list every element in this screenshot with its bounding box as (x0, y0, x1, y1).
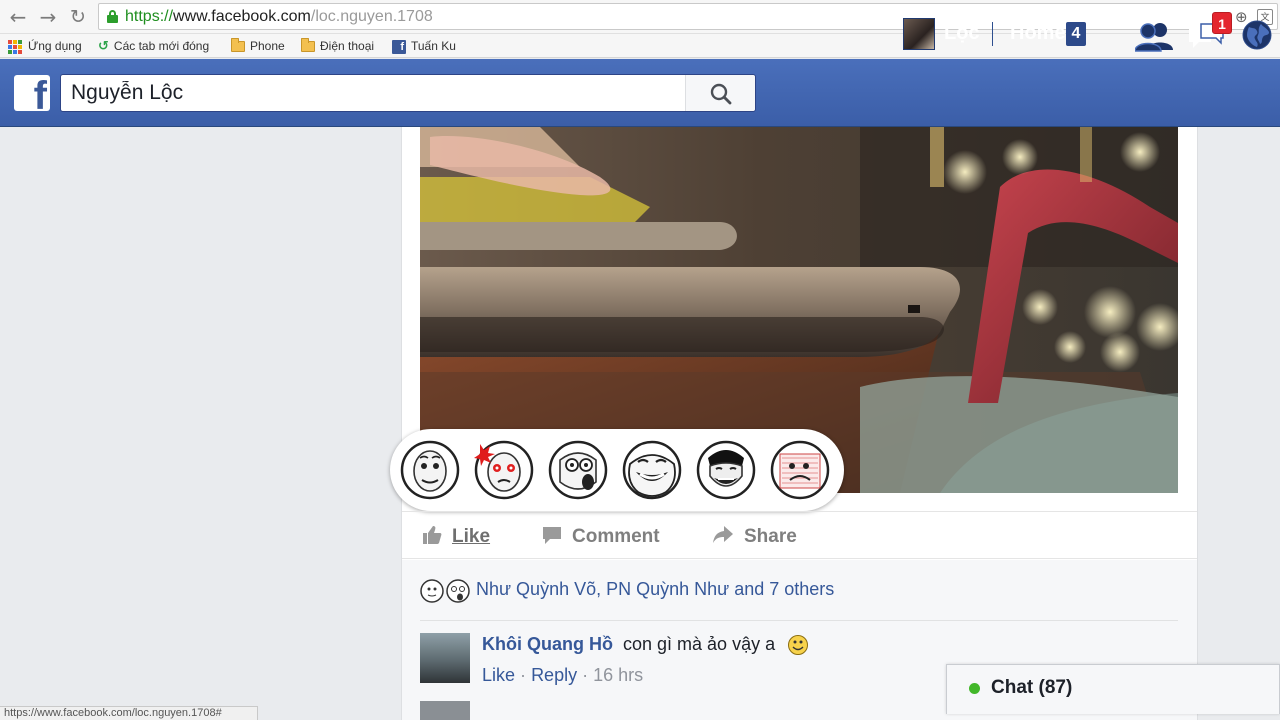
rage-face-3-icon[interactable] (548, 440, 608, 500)
bookmark-label: Điện thoại (320, 39, 375, 53)
facebook-logo-letter: f (33, 75, 47, 111)
profile-avatar[interactable] (903, 18, 935, 50)
facebook-header: f (0, 59, 1280, 127)
folder-icon (231, 38, 245, 53)
rage-face-1-icon[interactable] (400, 440, 460, 500)
meta-separator: · (582, 665, 589, 685)
address-bar[interactable]: https://www.facebook.com/loc.nguyen.1708… (98, 3, 1278, 30)
notification-badge: 1 (1212, 12, 1232, 34)
likers-link[interactable]: Như Quỳnh Võ, PN Quỳnh Như and 7 others (476, 579, 834, 600)
comment-button[interactable]: Comment (542, 525, 660, 548)
bookmark-label: Tuấn Ku (411, 39, 456, 53)
reload-icon[interactable]: ↻ (66, 5, 90, 29)
like-label: Like (452, 526, 491, 547)
globe-notifications-icon[interactable] (1240, 18, 1274, 52)
bookmark-phone[interactable]: Phone (231, 37, 285, 55)
comment-text: con gì mà ảo vậy a (623, 634, 776, 654)
comment-reply-link[interactable]: Reply (531, 665, 577, 685)
bookmarks-bar: Ứng dụng ↺ Các tab mới đóng Phone Điện th… (0, 34, 1280, 58)
comment-avatar[interactable] (420, 633, 470, 683)
bookmark-tuan-ku[interactable]: f Tuấn Ku (392, 37, 456, 55)
comment-meta: Like · Reply · 16 hrs (482, 665, 643, 686)
post-actions: Like Comment Share (402, 511, 1197, 559)
rage-face-2-icon[interactable] (474, 440, 534, 500)
url-scheme: https:// (125, 8, 174, 25)
facebook-icon: f (392, 39, 406, 54)
url-host: www.facebook.com (173, 8, 311, 25)
comment-timestamp[interactable]: 16 hrs (593, 665, 643, 685)
browser-status-bar: https://www.facebook.com/loc.nguyen.1708… (0, 706, 258, 720)
history-icon: ↺ (98, 38, 109, 54)
reaction-picker (390, 429, 844, 511)
url-text[interactable]: https://www.facebook.com/loc.nguyen.1708 (125, 8, 433, 26)
search-box (60, 74, 756, 112)
lock-icon (107, 10, 118, 23)
forward-arrow-icon[interactable]: → (36, 5, 60, 29)
yao-ming-icon[interactable] (696, 440, 756, 500)
search-icon (710, 83, 732, 105)
emoticon-icon (788, 635, 808, 655)
like-button[interactable]: Like (422, 525, 490, 548)
share-button[interactable]: Share (712, 525, 797, 548)
bookmark-dien-thoai[interactable]: Điện thoại (301, 37, 374, 55)
back-arrow-icon[interactable]: ← (6, 5, 30, 29)
home-link[interactable]: Home (1010, 22, 1066, 45)
share-label: Share (744, 526, 797, 547)
chat-tab[interactable]: Chat (87) (946, 664, 1280, 714)
search-input[interactable] (61, 75, 685, 111)
bookmark-label: Các tab mới đóng (113, 39, 210, 53)
bookmark-label: Phone (250, 39, 285, 53)
online-status-dot (969, 683, 980, 694)
comment-author[interactable]: Khôi Quang Hồ (482, 634, 613, 655)
facebook-logo[interactable]: f (14, 75, 50, 111)
likers-summary: Như Quỳnh Võ, PN Quỳnh Như and 7 others (402, 560, 1197, 620)
bookmark-recent-tabs[interactable]: ↺ Các tab mới đóng (98, 37, 209, 55)
bookmark-apps[interactable]: Ứng dụng (8, 37, 82, 55)
folder-icon (301, 38, 315, 53)
comment-bubble-icon (543, 527, 561, 544)
reaction-faces-icon (420, 579, 470, 603)
browser-toolbar: ← → ↻ https://www.facebook.com/loc.nguye… (0, 0, 1280, 34)
comment-avatar[interactable] (420, 701, 470, 720)
comments-divider (420, 620, 1178, 621)
share-arrow-icon (713, 526, 733, 543)
url-path: /loc.nguyen.1708 (310, 8, 433, 25)
home-count-badge: 4 (1066, 22, 1086, 46)
search-button[interactable] (685, 75, 755, 111)
apps-grid-icon (8, 39, 22, 54)
friend-requests-icon[interactable] (1135, 20, 1173, 52)
rage-face-6-icon[interactable] (770, 440, 830, 500)
trollface-icon[interactable] (622, 440, 682, 500)
chat-label: Chat (87) (991, 677, 1073, 698)
thumbs-up-icon (423, 526, 442, 544)
comment-label: Comment (572, 526, 660, 547)
profile-link[interactable]: Lộc (944, 22, 980, 45)
bookmark-label: Ứng dụng (28, 39, 82, 53)
header-divider (992, 22, 993, 46)
meta-separator: · (520, 665, 527, 685)
comment-like-link[interactable]: Like (482, 665, 515, 685)
